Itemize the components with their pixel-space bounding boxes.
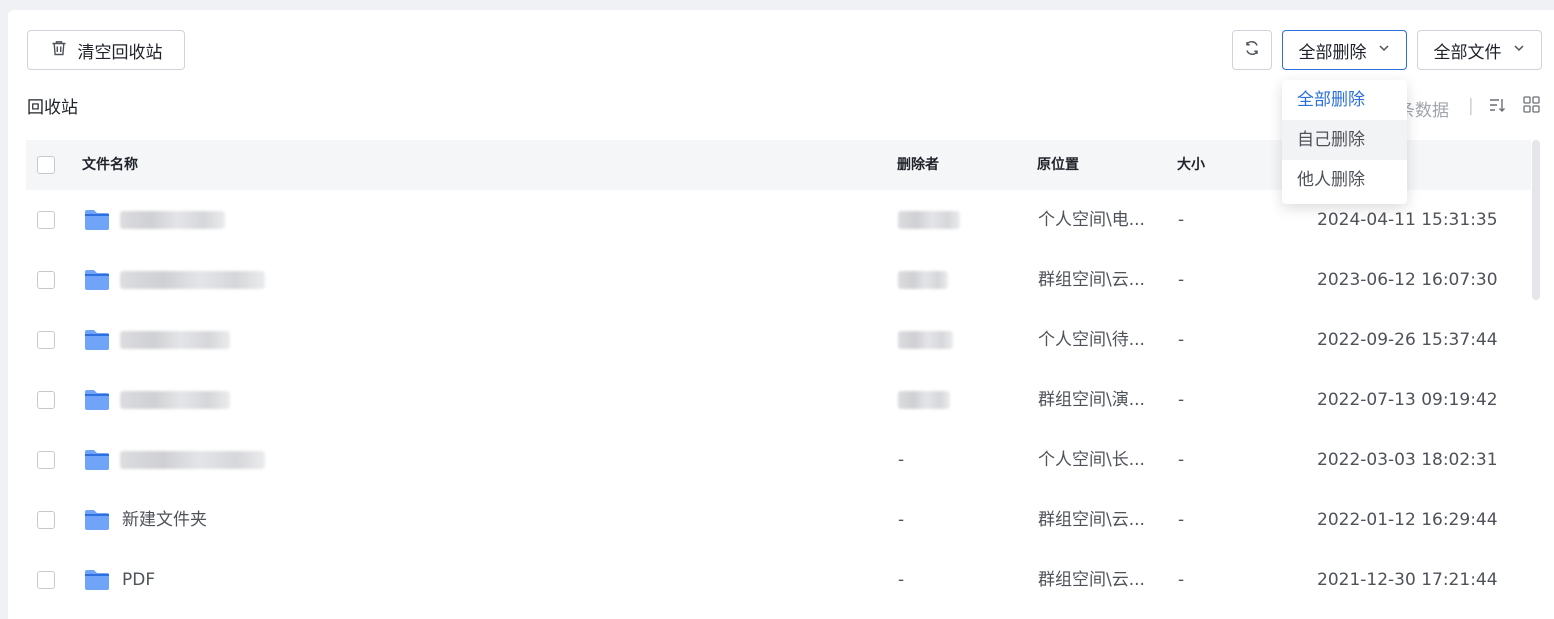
deleter-filter-dropdown: 全部删除 自己删除 他人删除 bbox=[1282, 80, 1407, 204]
time-cell: 2023-06-12 16:07:30 bbox=[1317, 270, 1498, 290]
clear-recycle-bin-label: 清空回收站 bbox=[77, 42, 163, 63]
time-cell: 2022-03-03 18:02:31 bbox=[1317, 450, 1498, 470]
dropdown-option-others-deleted[interactable]: 他人删除 bbox=[1282, 160, 1407, 200]
deleter-filter-value: 全部删除 bbox=[1298, 42, 1367, 63]
size-cell: - bbox=[1178, 270, 1185, 290]
table-row[interactable]: PDF - 群组空间\云... - 2021-12-30 17:21:44 bbox=[26, 550, 1531, 610]
deleter-cell: - bbox=[898, 450, 905, 470]
column-header-name[interactable]: 文件名称 bbox=[82, 140, 138, 190]
deleter-cell: - bbox=[898, 510, 905, 530]
chevron-down-icon bbox=[1377, 40, 1391, 60]
file-name-cell[interactable]: PDF bbox=[122, 550, 155, 610]
location-cell: 个人空间\电... bbox=[1038, 210, 1145, 230]
divider: | bbox=[1468, 96, 1474, 116]
trash-icon bbox=[50, 39, 68, 62]
deleter-filter-select[interactable]: 全部删除 bbox=[1282, 30, 1407, 70]
deleter-cell: - bbox=[898, 570, 905, 590]
row-checkbox[interactable] bbox=[37, 571, 55, 589]
file-type-filter-value: 全部文件 bbox=[1433, 42, 1502, 63]
redacted-file-name bbox=[120, 211, 225, 229]
row-checkbox[interactable] bbox=[37, 451, 55, 469]
time-cell: 2021-12-30 17:21:44 bbox=[1317, 570, 1498, 590]
redacted-file-name bbox=[120, 451, 265, 469]
table-row[interactable]: - 个人空间\长... - 2022-03-03 18:02:31 bbox=[26, 430, 1531, 490]
size-cell: - bbox=[1178, 330, 1185, 350]
select-all-checkbox[interactable] bbox=[37, 156, 55, 174]
redacted-file-name bbox=[120, 271, 265, 289]
redacted-file-name bbox=[120, 391, 230, 409]
time-cell: 2022-07-13 09:19:42 bbox=[1317, 390, 1498, 410]
row-checkbox[interactable] bbox=[37, 511, 55, 529]
refresh-icon bbox=[1243, 39, 1261, 62]
size-cell: - bbox=[1178, 390, 1185, 410]
table-row[interactable]: 新建文件夹 - 群组空间\云... - 2022-01-12 16:29:44 bbox=[26, 490, 1531, 550]
redacted-deleter bbox=[898, 331, 953, 349]
row-checkbox[interactable] bbox=[37, 331, 55, 349]
location-cell: 群组空间\云... bbox=[1038, 270, 1145, 290]
column-header-size[interactable]: 大小 bbox=[1177, 140, 1205, 190]
clear-recycle-bin-button[interactable]: 清空回收站 bbox=[27, 30, 185, 70]
time-cell: 2022-09-26 15:37:44 bbox=[1317, 330, 1498, 350]
redacted-deleter bbox=[898, 211, 960, 229]
file-list: 个人空间\电... - 2024-04-11 15:31:35 群组空间\云..… bbox=[26, 190, 1531, 610]
file-name-cell[interactable]: 新建文件夹 bbox=[122, 490, 207, 550]
row-checkbox[interactable] bbox=[37, 391, 55, 409]
size-cell: - bbox=[1178, 450, 1185, 470]
recycle-bin-panel: 清空回收站 全部删除 全部文件 回收站 条数据 | 文件名称 删除者 原位置 大… bbox=[8, 10, 1554, 619]
location-cell: 个人空间\长... bbox=[1038, 450, 1145, 470]
table-row[interactable]: 群组空间\演... - 2022-07-13 09:19:42 bbox=[26, 370, 1531, 430]
location-cell: 个人空间\待... bbox=[1038, 330, 1145, 350]
size-cell: - bbox=[1178, 210, 1185, 230]
location-cell: 群组空间\云... bbox=[1038, 510, 1145, 530]
chevron-down-icon bbox=[1512, 40, 1526, 60]
dropdown-option-self-deleted[interactable]: 自己删除 bbox=[1282, 120, 1407, 160]
column-header-location[interactable]: 原位置 bbox=[1037, 140, 1079, 190]
table-row[interactable]: 个人空间\待... - 2022-09-26 15:37:44 bbox=[26, 310, 1531, 370]
vertical-scrollbar[interactable] bbox=[1532, 140, 1540, 300]
row-checkbox[interactable] bbox=[37, 211, 55, 229]
size-cell: - bbox=[1178, 510, 1185, 530]
page-title: 回收站 bbox=[27, 98, 78, 118]
refresh-button[interactable] bbox=[1232, 30, 1272, 70]
redacted-file-name bbox=[120, 331, 230, 349]
time-cell: 2022-01-12 16:29:44 bbox=[1317, 510, 1498, 530]
file-type-filter-select[interactable]: 全部文件 bbox=[1417, 30, 1542, 70]
table-row[interactable]: 群组空间\云... - 2023-06-12 16:07:30 bbox=[26, 250, 1531, 310]
row-checkbox[interactable] bbox=[37, 271, 55, 289]
size-cell: - bbox=[1178, 570, 1185, 590]
redacted-deleter bbox=[898, 271, 948, 289]
location-cell: 群组空间\云... bbox=[1038, 570, 1145, 590]
redacted-deleter bbox=[898, 391, 950, 409]
dropdown-option-all-deleted[interactable]: 全部删除 bbox=[1282, 80, 1407, 120]
location-cell: 群组空间\演... bbox=[1038, 390, 1145, 410]
column-header-deleter[interactable]: 删除者 bbox=[897, 140, 939, 190]
